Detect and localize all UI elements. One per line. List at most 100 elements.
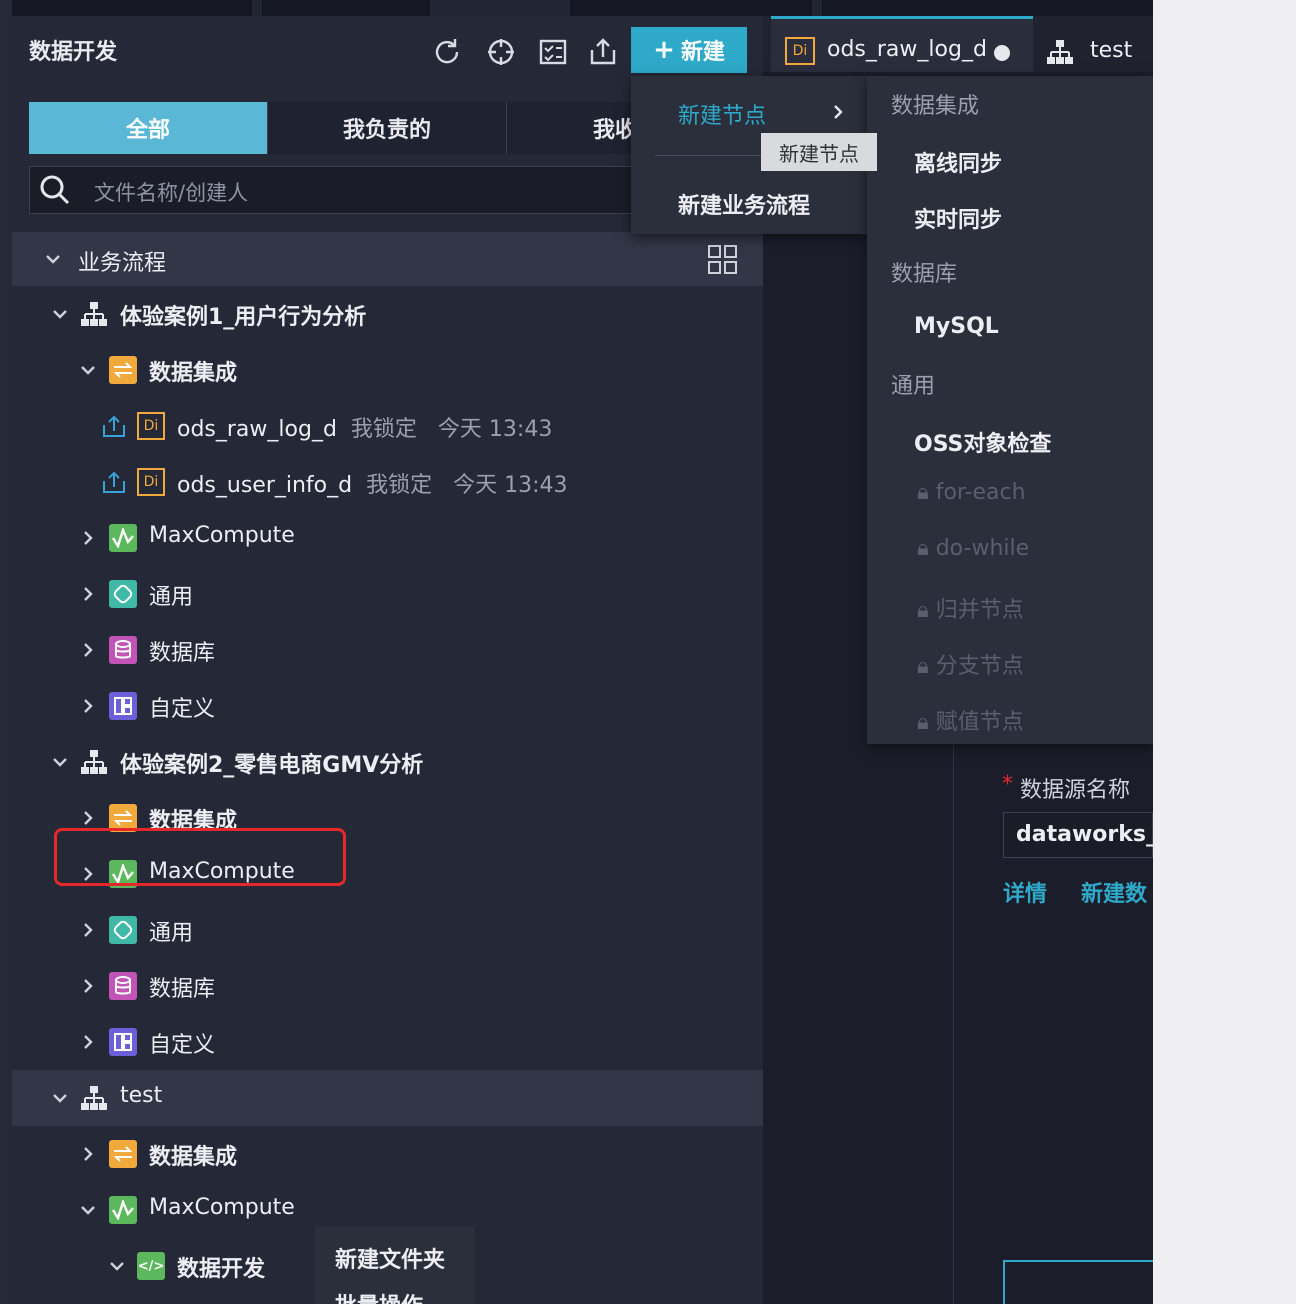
di-node-icon: Di <box>137 468 165 496</box>
chevron-down-icon <box>109 1258 125 1274</box>
tree-folder-custom[interactable]: 自定义 <box>12 1014 763 1070</box>
flow-name: test <box>120 1083 163 1108</box>
menu-item-new-node[interactable]: 新建节点 <box>678 98 766 130</box>
tree-flow-3[interactable]: test <box>12 1070 763 1126</box>
editor-tab-label: ods_raw_log_d <box>827 37 987 62</box>
menu-item-new-flow[interactable]: 新建业务流程 <box>678 188 810 220</box>
submit-icon <box>100 468 128 496</box>
detail-link[interactable]: 详情 <box>1003 876 1047 906</box>
context-item-new-folder[interactable]: 新建文件夹 <box>335 1242 445 1274</box>
lock-icon: 🔒︎ <box>917 536 929 561</box>
section-business-flow[interactable]: 业务流程 <box>12 232 763 286</box>
chevron-down-icon <box>45 251 61 267</box>
grid-view-icon[interactable] <box>708 245 738 279</box>
new-datasource-link[interactable]: 新建数据源 <box>1081 876 1153 906</box>
node-type-submenu: 数据集成 离线同步 实时同步 数据库 MySQL 通用 OSS对象检查 🔒︎ f… <box>867 76 1153 744</box>
chevron-right-icon <box>833 104 843 124</box>
bottom-panel-frame <box>1003 1260 1153 1304</box>
folder-label: 通用 <box>149 585 194 610</box>
folder-label: 数据开发 <box>177 1257 266 1282</box>
context-item-batch[interactable]: 批量操作 <box>335 1288 423 1304</box>
chevron-down-icon <box>52 306 68 322</box>
folder-label: 数据库 <box>149 641 216 666</box>
folder-label: MaxCompute <box>149 1195 295 1220</box>
tree-flow-2[interactable]: 体验案例2_零售电商GMV分析 <box>12 734 763 790</box>
datasource-name-input[interactable]: dataworks_de <box>1003 812 1153 858</box>
flow-name: 体验案例1_用户行为分析 <box>120 305 367 330</box>
flow-name: 体验案例2_零售电商GMV分析 <box>120 753 424 778</box>
submenu-group-general: 通用 <box>891 374 936 399</box>
tree-flow-1[interactable]: 体验案例1_用户行为分析 <box>12 286 763 342</box>
new-button[interactable]: + 新建 <box>631 27 747 73</box>
chevron-down-icon <box>80 362 96 378</box>
chevron-right-icon <box>80 530 96 546</box>
new-button-label: 新建 <box>680 40 725 65</box>
app-window: 数据开发 + 新建 全部 我负责的 我收藏 文件名称/创建人 业务流程 体验案例… <box>0 0 1153 1304</box>
data-integration-icon <box>109 1140 137 1168</box>
folder-label: 自定义 <box>149 1033 216 1058</box>
tree-file-row[interactable]: Di ods_raw_log_d 我锁定 今天 13:43 <box>12 398 763 454</box>
custom-icon <box>109 1028 137 1056</box>
folder-label: 数据库 <box>149 977 216 1002</box>
chevron-right-icon <box>80 1146 96 1162</box>
editor-tab-active[interactable]: Di ods_raw_log_d <box>771 16 1033 72</box>
submenu-item-branch: 🔒︎ 分支节点 <box>917 654 1024 679</box>
workflow-icon <box>80 1084 108 1112</box>
maxcompute-icon <box>109 1196 137 1224</box>
tree-folder-database[interactable]: 数据库 <box>12 622 763 678</box>
folder-label: 数据集成 <box>149 361 238 386</box>
workflow-icon <box>80 300 108 328</box>
tooltip: 新建节点 <box>761 133 877 171</box>
tree-folder-custom[interactable]: 自定义 <box>12 678 763 734</box>
submenu-group-database: 数据库 <box>891 262 958 287</box>
tree-folder-maxcompute[interactable]: MaxCompute <box>12 510 763 566</box>
lock-icon: 🔒︎ <box>917 598 929 623</box>
chevron-right-icon <box>80 642 96 658</box>
submenu-group-integration: 数据集成 <box>891 94 980 119</box>
di-node-icon: Di <box>785 37 815 65</box>
chevron-down-icon <box>52 1090 68 1106</box>
panel-title: 数据开发 <box>29 40 118 65</box>
editor-tab-test[interactable]: test <box>1090 38 1132 63</box>
submenu-item-assign: 🔒︎ 赋值节点 <box>917 710 1024 735</box>
tree-folder-integration[interactable]: 数据集成 <box>12 1126 763 1182</box>
submenu-item-mysql[interactable]: MySQL <box>914 314 999 339</box>
submenu-item-for-each: 🔒︎ for-each <box>917 480 1026 505</box>
tab-mine[interactable]: 我负责的 <box>268 102 507 154</box>
tree-folder-general[interactable]: 通用 <box>12 902 763 958</box>
context-menu: 新建文件夹 批量操作 <box>315 1226 475 1304</box>
refresh-icon[interactable] <box>430 35 464 69</box>
chevron-down-icon <box>52 754 68 770</box>
chevron-right-icon <box>80 586 96 602</box>
submenu-item-oss-check[interactable]: OSS对象检查 <box>914 426 1051 458</box>
import-icon[interactable] <box>586 35 620 69</box>
checklist-icon[interactable] <box>536 35 570 69</box>
lock-icon: 🔒︎ <box>917 710 929 735</box>
highlight-box <box>54 828 346 886</box>
chevron-right-icon <box>80 1034 96 1050</box>
tree-folder-general[interactable]: 通用 <box>12 566 763 622</box>
folder-label: 自定义 <box>149 697 216 722</box>
plus-icon: + <box>653 35 675 65</box>
maxcompute-icon <box>109 524 137 552</box>
chevron-right-icon <box>80 922 96 938</box>
datasource-name-label: * 数据源名称 <box>1002 772 1131 803</box>
chevron-right-icon <box>80 698 96 714</box>
tree-file-row[interactable]: Di ods_user_info_d 我锁定 今天 13:43 <box>12 454 763 510</box>
tab-all[interactable]: 全部 <box>29 102 268 154</box>
di-node-icon: Di <box>137 412 165 440</box>
database-icon <box>109 636 137 664</box>
custom-icon <box>109 692 137 720</box>
tree-folder-integration[interactable]: 数据集成 <box>12 342 763 398</box>
locate-icon[interactable] <box>484 35 518 69</box>
chevron-right-icon <box>80 978 96 994</box>
submenu-item-offline-sync[interactable]: 离线同步 <box>914 146 1002 178</box>
workflow-icon <box>1046 38 1074 66</box>
submenu-item-realtime-sync[interactable]: 实时同步 <box>914 202 1002 234</box>
top-strip <box>12 0 1153 16</box>
left-edge-strip <box>0 0 12 1304</box>
chevron-right-icon <box>80 810 96 826</box>
submit-icon <box>100 412 128 440</box>
submenu-item-merge: 🔒︎ 归并节点 <box>917 598 1024 623</box>
tree-folder-database[interactable]: 数据库 <box>12 958 763 1014</box>
